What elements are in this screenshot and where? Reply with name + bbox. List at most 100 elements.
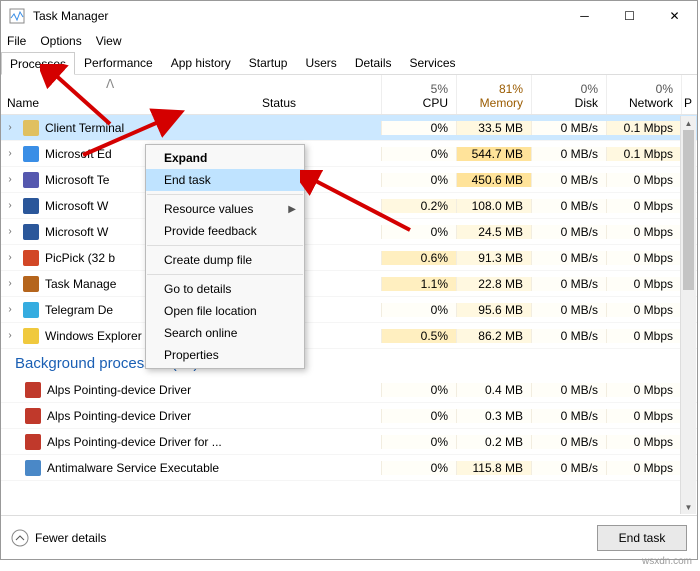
process-name: Telegram De: [45, 303, 113, 317]
process-row[interactable]: Antimalware Service Executable0%115.8 MB…: [1, 455, 697, 481]
cell-disk: 0 MB/s: [531, 121, 606, 135]
cell-disk: 0 MB/s: [531, 435, 606, 449]
cell-net: 0 Mbps: [606, 409, 681, 423]
process-name: Alps Pointing-device Driver: [47, 409, 191, 423]
expand-icon[interactable]: ›: [3, 200, 17, 211]
header-network[interactable]: 0%Network: [606, 75, 681, 114]
expand-icon[interactable]: ›: [3, 174, 17, 185]
separator: [147, 194, 303, 195]
cell-disk: 0 MB/s: [531, 461, 606, 475]
cell-cpu: 0%: [381, 435, 456, 449]
process-row[interactable]: ›Telegram De0%95.6 MB0 MB/s0 Mbps: [1, 297, 697, 323]
cell-net: 0 Mbps: [606, 435, 681, 449]
cell-mem: 0.2 MB: [456, 435, 531, 449]
scroll-thumb[interactable]: [683, 130, 694, 290]
process-name: Task Manage: [45, 277, 116, 291]
process-row[interactable]: ›Task Manage1.1%22.8 MB0 MB/s0 Mbps: [1, 271, 697, 297]
expand-icon[interactable]: ›: [3, 304, 17, 315]
cell-disk: 0 MB/s: [531, 173, 606, 187]
scrollbar[interactable]: ▲ ▼: [680, 116, 696, 514]
ctx-open-file-location[interactable]: Open file location: [146, 300, 304, 322]
process-icon: [23, 172, 39, 188]
cell-cpu: 0%: [381, 461, 456, 475]
cell-mem: 450.6 MB: [456, 173, 531, 187]
cell-mem: 95.6 MB: [456, 303, 531, 317]
cell-cpu: 0.6%: [381, 251, 456, 265]
process-icon: [25, 434, 41, 450]
cell-mem: 33.5 MB: [456, 121, 531, 135]
group-header-background[interactable]: Background processes (73): [1, 349, 697, 377]
cell-disk: 0 MB/s: [531, 409, 606, 423]
ctx-resource-values[interactable]: Resource values▶: [146, 198, 304, 220]
submenu-arrow-icon: ▶: [288, 204, 296, 215]
tab-users[interactable]: Users: [296, 51, 345, 74]
maximize-button[interactable]: ☐: [607, 1, 652, 31]
ctx-end-task[interactable]: End task: [146, 169, 304, 191]
process-row[interactable]: Alps Pointing-device Driver0%0.4 MB0 MB/…: [1, 377, 697, 403]
process-icon: [23, 120, 39, 136]
cell-disk: 0 MB/s: [531, 225, 606, 239]
close-button[interactable]: ✕: [652, 1, 697, 31]
header-status[interactable]: Status: [256, 75, 381, 114]
tab-services[interactable]: Services: [401, 51, 465, 74]
cell-net: 0.1 Mbps: [606, 121, 681, 135]
cell-net: 0 Mbps: [606, 251, 681, 265]
tab-details[interactable]: Details: [346, 51, 401, 74]
menu-options[interactable]: Options: [40, 34, 81, 48]
fewer-details-button[interactable]: Fewer details: [11, 529, 597, 547]
ctx-create-dump[interactable]: Create dump file: [146, 249, 304, 271]
header-cpu[interactable]: 5%CPU: [381, 75, 456, 114]
tab-startup[interactable]: Startup: [240, 51, 297, 74]
process-name: Alps Pointing-device Driver: [47, 383, 191, 397]
menu-view[interactable]: View: [96, 34, 122, 48]
process-icon: [23, 302, 39, 318]
cell-disk: 0 MB/s: [531, 147, 606, 161]
expand-icon[interactable]: ›: [3, 148, 17, 159]
watermark: wsxdn.com: [642, 556, 692, 567]
expand-icon[interactable]: ›: [3, 278, 17, 289]
expand-icon[interactable]: ›: [3, 252, 17, 263]
chevron-up-circle-icon: [11, 529, 29, 547]
cell-mem: 24.5 MB: [456, 225, 531, 239]
cell-cpu: 0.5%: [381, 329, 456, 343]
cell-net: 0 Mbps: [606, 383, 681, 397]
titlebar: Task Manager ─ ☐ ✕: [1, 1, 697, 31]
cell-net: 0 Mbps: [606, 277, 681, 291]
annotation-arrow-2: [78, 100, 188, 160]
process-icon: [25, 382, 41, 398]
ctx-search-online[interactable]: Search online: [146, 322, 304, 344]
cell-net: 0 Mbps: [606, 199, 681, 213]
context-menu: Expand End task Resource values▶ Provide…: [145, 144, 305, 369]
header-p[interactable]: P: [681, 75, 693, 114]
process-row[interactable]: Alps Pointing-device Driver0%0.3 MB0 MB/…: [1, 403, 697, 429]
header-disk[interactable]: 0%Disk: [531, 75, 606, 114]
footer: Fewer details End task: [1, 515, 697, 559]
header-memory[interactable]: 81%Memory: [456, 75, 531, 114]
ctx-properties[interactable]: Properties: [146, 344, 304, 366]
process-row[interactable]: ›PicPick (32 b0.6%91.3 MB0 MB/s0 Mbps: [1, 245, 697, 271]
menu-file[interactable]: File: [7, 34, 26, 48]
expand-icon[interactable]: ›: [3, 226, 17, 237]
ctx-go-to-details[interactable]: Go to details: [146, 278, 304, 300]
process-icon: [23, 328, 39, 344]
expand-icon[interactable]: ›: [3, 122, 17, 133]
minimize-button[interactable]: ─: [562, 1, 607, 31]
annotation-arrow-3: [300, 170, 420, 240]
process-icon: [25, 460, 41, 476]
cell-net: 0.1 Mbps: [606, 147, 681, 161]
process-row[interactable]: ›Windows Explorer0.5%86.2 MB0 MB/s0 Mbps: [1, 323, 697, 349]
process-name: Microsoft Te: [45, 173, 109, 187]
process-icon: [23, 146, 39, 162]
cell-cpu: 0%: [381, 303, 456, 317]
end-task-button[interactable]: End task: [597, 525, 687, 551]
cell-disk: 0 MB/s: [531, 329, 606, 343]
scroll-up-icon[interactable]: ▲: [681, 116, 696, 130]
expand-icon[interactable]: ›: [3, 330, 17, 341]
scroll-down-icon[interactable]: ▼: [681, 500, 696, 514]
cell-cpu: 0%: [381, 383, 456, 397]
ctx-provide-feedback[interactable]: Provide feedback: [146, 220, 304, 242]
cell-disk: 0 MB/s: [531, 277, 606, 291]
process-row[interactable]: Alps Pointing-device Driver for ...0%0.2…: [1, 429, 697, 455]
tab-app-history[interactable]: App history: [162, 51, 240, 74]
cell-mem: 91.3 MB: [456, 251, 531, 265]
